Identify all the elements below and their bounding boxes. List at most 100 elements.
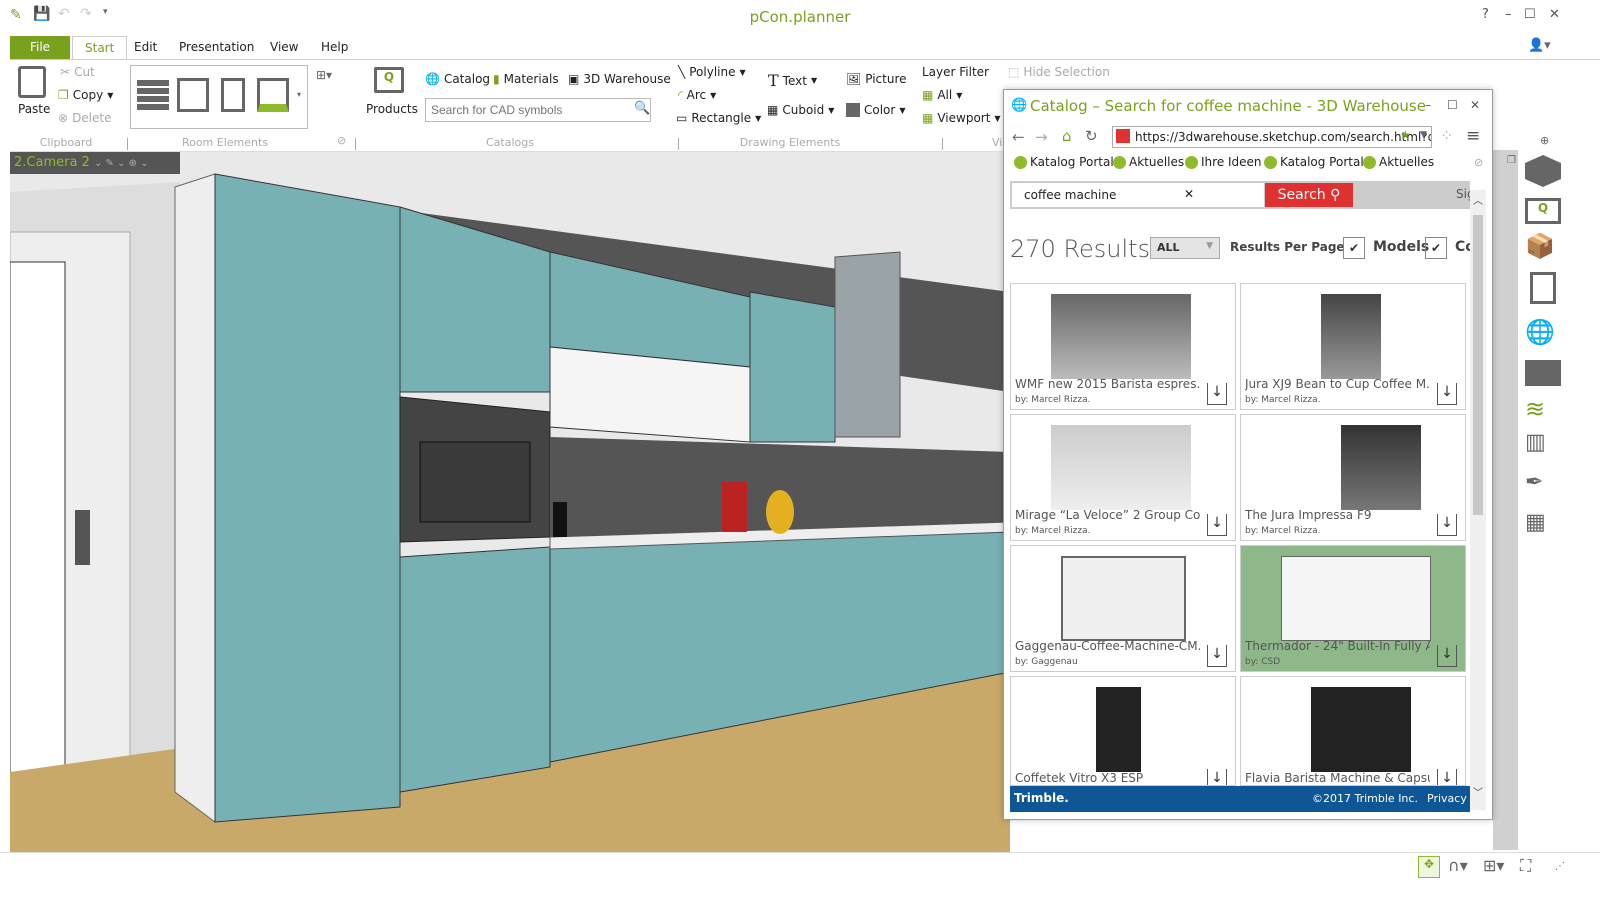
download-icon[interactable]: ↓ bbox=[1437, 514, 1457, 536]
move-tool-icon[interactable]: ✥ bbox=[1418, 856, 1440, 878]
dialog-launcher-icon[interactable]: ⊘ bbox=[337, 134, 346, 147]
expand-icon[interactable]: ⊘ bbox=[1474, 156, 1483, 169]
url-dropdown-icon[interactable]: ▼ bbox=[1420, 130, 1427, 140]
minimize-button[interactable]: – bbox=[1505, 7, 1512, 22]
paste-icon[interactable] bbox=[18, 66, 46, 98]
products-button[interactable]: Products bbox=[366, 102, 418, 116]
3d-warehouse-button[interactable]: ▣ 3D Warehouse bbox=[568, 72, 671, 86]
download-icon[interactable]: ↓ bbox=[1437, 769, 1457, 785]
help-button[interactable]: ? bbox=[1482, 7, 1489, 22]
fullscreen-icon[interactable]: ⛶ bbox=[1520, 856, 1531, 876]
catalog-button[interactable]: 🌐 Catalog bbox=[425, 72, 490, 86]
search-button-label: Search bbox=[1277, 187, 1326, 203]
clear-search-icon[interactable]: ✕ bbox=[1184, 187, 1194, 201]
rectangle-button[interactable]: ▭ Rectangle ▼ bbox=[676, 111, 761, 125]
color-button[interactable]: Color ▼ bbox=[846, 103, 906, 117]
tab-file[interactable]: File bbox=[10, 36, 70, 60]
door-icon[interactable] bbox=[221, 78, 245, 112]
grid-edit-icon[interactable]: ▦ bbox=[1525, 510, 1561, 542]
url-bar[interactable]: https://3dwarehouse.sketchup.com/search.… bbox=[1112, 126, 1432, 148]
layer-viewport-button[interactable]: ▦ Viewport ▼ bbox=[922, 111, 1001, 125]
paste-button[interactable]: Paste bbox=[18, 102, 50, 116]
reload-icon[interactable]: ↻ bbox=[1085, 127, 1098, 145]
picture-button[interactable]: 🖼 Picture bbox=[846, 72, 907, 86]
polyline-button[interactable]: ╲ Polyline ▼ bbox=[678, 65, 746, 79]
archive-icon[interactable] bbox=[1525, 360, 1561, 386]
restore-icon[interactable]: ❐ bbox=[1507, 155, 1516, 166]
bookmark-katalog-portal[interactable]: Katalog Portal bbox=[1014, 155, 1114, 169]
layers-icon[interactable]: ≋ bbox=[1525, 395, 1561, 427]
scroll-up-icon[interactable]: ︿ bbox=[1473, 192, 1483, 207]
warehouse-search-button[interactable]: Search ⚲ bbox=[1265, 183, 1353, 207]
article-list-icon[interactable] bbox=[1530, 272, 1556, 304]
result-card[interactable]: WMF new 2015 Barista espres... by: Marcel… bbox=[1010, 283, 1236, 410]
catalog-book-icon[interactable]: Q bbox=[1525, 198, 1561, 224]
models-checkbox[interactable]: ✔ bbox=[1343, 237, 1365, 259]
snap-magnet-icon[interactable]: ∩▾ bbox=[1448, 856, 1468, 875]
room-icon[interactable] bbox=[177, 78, 209, 112]
tab-presentation[interactable]: Presentation bbox=[167, 36, 266, 60]
download-icon[interactable]: ↓ bbox=[1207, 769, 1227, 785]
home-icon[interactable]: ⌂ bbox=[1062, 127, 1072, 145]
element-settings-icon[interactable]: ⊞▾ bbox=[316, 68, 332, 82]
tab-edit[interactable]: Edit bbox=[122, 36, 169, 60]
result-card[interactable]: The Jura Impressa F9 by: Marcel Rizza. ↓ bbox=[1240, 414, 1466, 541]
result-card[interactable]: Coffetek Vitro X3 ESP ↓ bbox=[1010, 676, 1236, 786]
resize-grip-icon[interactable]: ⋰ bbox=[1555, 861, 1565, 872]
result-card[interactable]: Flavia Barista Machine & Capsu... ↓ bbox=[1240, 676, 1466, 786]
result-card[interactable]: Jura XJ9 Bean to Cup Coffee M... by: Marc… bbox=[1240, 283, 1466, 410]
close-button[interactable]: ✕ bbox=[1549, 7, 1560, 22]
bookmark-ihre-ideen[interactable]: Ihre Ideen bbox=[1185, 155, 1262, 169]
privacy-link[interactable]: Privacy bbox=[1427, 792, 1467, 805]
materials-settings-icon[interactable]: ▥ bbox=[1525, 430, 1561, 462]
download-icon[interactable]: ↓ bbox=[1437, 383, 1457, 405]
favorite-star-icon[interactable]: ★ bbox=[1400, 128, 1411, 142]
scroll-thumb[interactable] bbox=[1473, 215, 1483, 515]
add-user-icon[interactable]: 👤▾ bbox=[1528, 38, 1551, 53]
dialog-maximize-button[interactable]: ☐ bbox=[1447, 98, 1458, 112]
menu-icon[interactable]: ≡ bbox=[1466, 126, 1480, 146]
products-icon[interactable]: Q bbox=[374, 67, 404, 93]
camera-selector[interactable]: 2.Camera 2 ⌄ ✎ ⌄ ⊕ ⌄ bbox=[10, 152, 180, 174]
layout-grid-icon[interactable]: ⊞▾ bbox=[1483, 856, 1504, 875]
download-icon[interactable]: ↓ bbox=[1207, 645, 1227, 667]
per-page-select[interactable]: ALL ▼ bbox=[1150, 237, 1220, 259]
tab-view[interactable]: View bbox=[258, 36, 310, 60]
result-card[interactable]: Mirage “La Veloce” 2 Group Cof... by: Mar… bbox=[1010, 414, 1236, 541]
layer-all-button[interactable]: ▦ All ▼ bbox=[922, 88, 962, 102]
tab-help[interactable]: Help bbox=[309, 36, 360, 60]
cad-search-input[interactable] bbox=[425, 98, 651, 122]
materials-button[interactable]: ▮ Materials bbox=[493, 72, 559, 86]
arc-button[interactable]: ◜ Arc ▼ bbox=[678, 88, 716, 102]
collections-checkbox[interactable]: ✔ bbox=[1425, 237, 1447, 259]
results-scrollbar[interactable]: ︿ ﹀ bbox=[1470, 190, 1486, 810]
dialog-close-button[interactable]: ✕ bbox=[1470, 98, 1480, 112]
download-icon[interactable]: ↓ bbox=[1207, 514, 1227, 536]
scroll-down-icon[interactable]: ﹀ bbox=[1473, 784, 1483, 799]
tab-start[interactable]: Start bbox=[72, 36, 128, 60]
back-arrow-icon[interactable]: ← bbox=[1012, 128, 1025, 146]
forward-arrow-icon[interactable]: → bbox=[1035, 128, 1048, 146]
download-icon[interactable]: ↓ bbox=[1207, 383, 1227, 405]
web-search-icon[interactable]: 🌐 bbox=[1525, 318, 1561, 350]
search-icon[interactable]: 🔍 bbox=[634, 101, 650, 116]
dialog-minimize-button[interactable]: – bbox=[1425, 98, 1431, 112]
maximize-button[interactable]: ☐ bbox=[1524, 7, 1536, 22]
bookmark-katalog-portal-2[interactable]: Katalog Portal bbox=[1264, 155, 1364, 169]
download-icon[interactable]: ↓ bbox=[1437, 645, 1457, 667]
warehouse-search-input[interactable]: coffee machine bbox=[1012, 183, 1264, 207]
floor-icon[interactable] bbox=[257, 78, 289, 112]
bookmark-aktuelles-2[interactable]: Aktuelles bbox=[1363, 155, 1434, 169]
cuboid-button[interactable]: ▦ Cuboid ▼ bbox=[767, 103, 834, 117]
gallery-scroll-icon[interactable]: ▾ bbox=[297, 90, 301, 99]
result-card[interactable]: Gaggenau-Coffee-Machine-CM... by: Gaggena… bbox=[1010, 545, 1236, 672]
text-button[interactable]: T Text ▼ bbox=[768, 71, 817, 90]
3d-viewport[interactable] bbox=[10, 152, 1010, 852]
pen-icon[interactable]: ✒ bbox=[1525, 470, 1561, 502]
result-card[interactable]: Thermador - 24" Built-In Fully A... by: C… bbox=[1240, 545, 1466, 672]
copy-button[interactable]: ❐ Copy ▼ bbox=[58, 88, 113, 102]
package-settings-icon[interactable]: 📦 bbox=[1525, 232, 1561, 264]
wall-icon[interactable] bbox=[137, 80, 169, 110]
bookmark-aktuelles[interactable]: Aktuelles bbox=[1113, 155, 1184, 169]
collapse-ribbon-icon[interactable]: ⊕ bbox=[1540, 134, 1549, 147]
